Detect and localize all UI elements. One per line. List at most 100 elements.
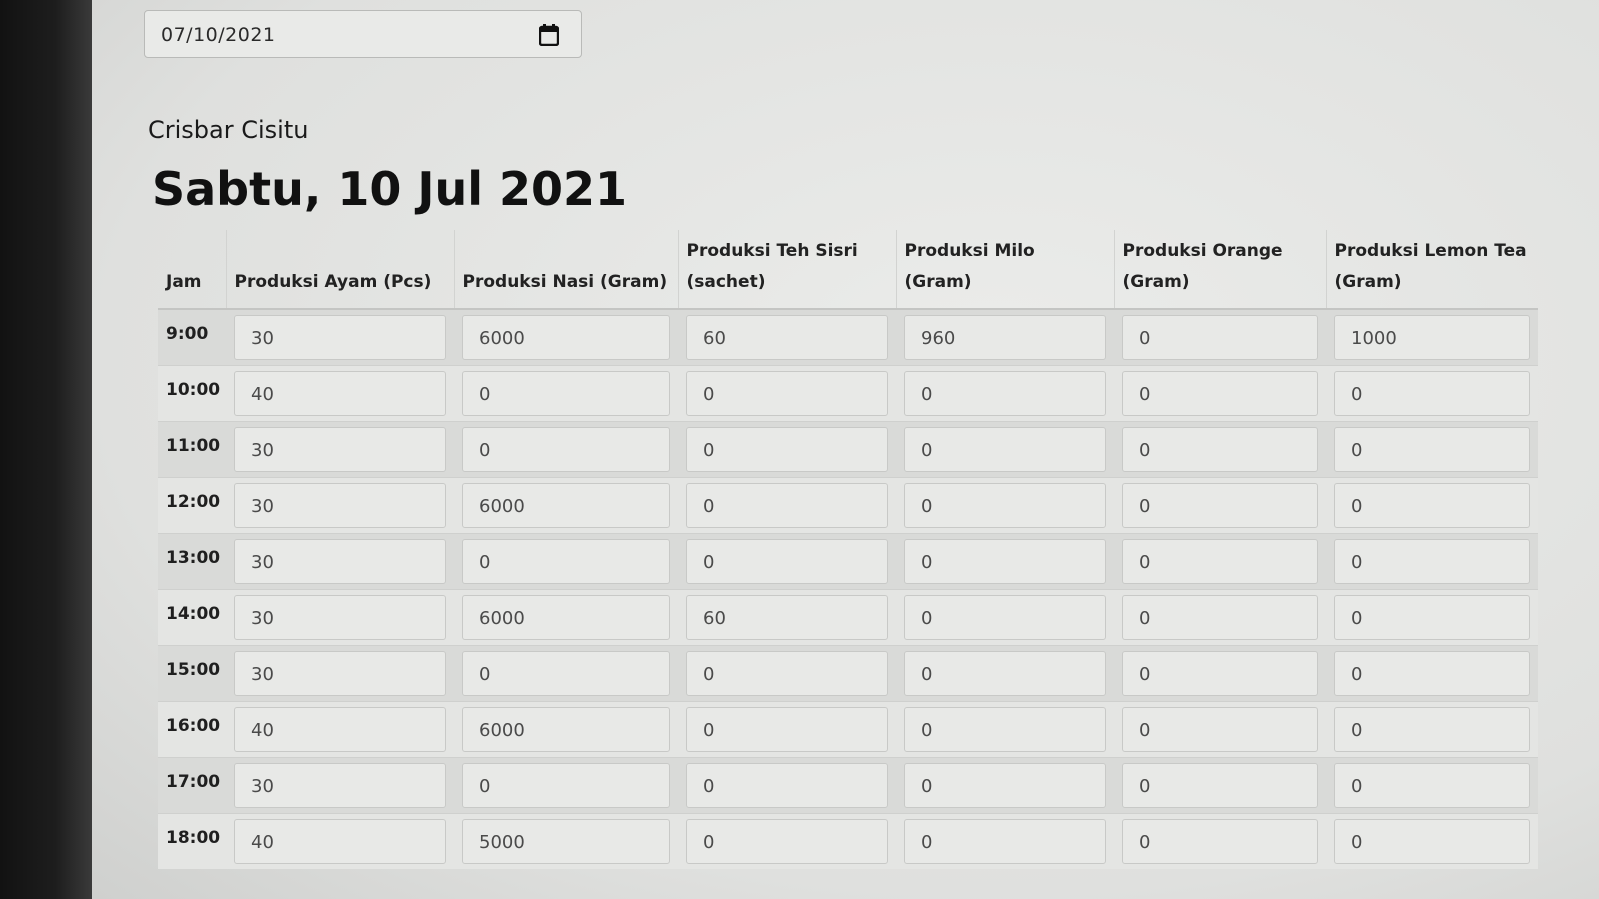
nasi-input[interactable]: 0	[462, 763, 670, 808]
orange-input[interactable]: 0	[1122, 483, 1318, 528]
cell-orange: 0	[1114, 701, 1326, 758]
cell-nasi: 6000	[454, 308, 678, 366]
ayam-input[interactable]: 30	[234, 483, 446, 528]
cell-milo: 0	[896, 645, 1114, 702]
cell-teh-sisri: 0	[678, 477, 896, 534]
cell-ayam: 30	[226, 533, 454, 590]
cell-orange: 0	[1114, 421, 1326, 478]
orange-input[interactable]: 0	[1122, 315, 1318, 360]
table-body: 9:00 30 6000 60 960 0 1000 10:00 40 0 0 0 0 0 11:00 30 0…	[158, 308, 1538, 869]
nasi-input[interactable]: 6000	[462, 483, 670, 528]
app-screen: 07/10/2021 Crisbar Cisitu Sabtu, 10 Jul …	[92, 0, 1599, 899]
table-row: 18:00 40 5000 0 0 0 0	[158, 813, 1538, 869]
nasi-input[interactable]: 0	[462, 539, 670, 584]
cell-ayam: 40	[226, 813, 454, 869]
cell-teh-sisri: 0	[678, 813, 896, 869]
ayam-input[interactable]: 40	[234, 707, 446, 752]
cell-nasi: 0	[454, 365, 678, 422]
lemon-tea-input[interactable]: 1000	[1334, 315, 1530, 360]
milo-input[interactable]: 0	[904, 539, 1106, 584]
nasi-input[interactable]: 0	[462, 651, 670, 696]
milo-input[interactable]: 0	[904, 427, 1106, 472]
cell-milo: 0	[896, 533, 1114, 590]
milo-input[interactable]: 0	[904, 651, 1106, 696]
teh-sisri-input[interactable]: 0	[686, 707, 888, 752]
ayam-input[interactable]: 30	[234, 315, 446, 360]
row-time-label: 15:00	[158, 645, 226, 702]
orange-input[interactable]: 0	[1122, 819, 1318, 864]
ayam-input[interactable]: 30	[234, 427, 446, 472]
header-lemon-tea: Produksi Lemon Tea (Gram)	[1325, 230, 1538, 310]
teh-sisri-input[interactable]: 0	[686, 539, 888, 584]
cell-ayam: 30	[226, 308, 454, 366]
lemon-tea-input[interactable]: 0	[1334, 427, 1530, 472]
teh-sisri-input[interactable]: 60	[686, 315, 888, 360]
lemon-tea-input[interactable]: 0	[1334, 371, 1530, 416]
teh-sisri-input[interactable]: 0	[686, 819, 888, 864]
teh-sisri-input[interactable]: 60	[686, 595, 888, 640]
cell-teh-sisri: 0	[678, 701, 896, 758]
ayam-input[interactable]: 30	[234, 539, 446, 584]
table-row: 15:00 30 0 0 0 0 0	[158, 645, 1538, 702]
cell-ayam: 40	[226, 701, 454, 758]
table-row: 12:00 30 6000 0 0 0 0	[158, 477, 1538, 534]
milo-input[interactable]: 960	[904, 315, 1106, 360]
milo-input[interactable]: 0	[904, 371, 1106, 416]
ayam-input[interactable]: 40	[234, 371, 446, 416]
teh-sisri-input[interactable]: 0	[686, 483, 888, 528]
cell-orange: 0	[1114, 757, 1326, 814]
cell-lemon-tea: 0	[1326, 813, 1538, 869]
orange-input[interactable]: 0	[1122, 427, 1318, 472]
lemon-tea-input[interactable]: 0	[1334, 763, 1530, 808]
date-picker[interactable]: 07/10/2021	[144, 10, 582, 58]
date-input-value[interactable]: 07/10/2021	[161, 24, 276, 46]
nasi-input[interactable]: 6000	[462, 707, 670, 752]
nasi-input[interactable]: 0	[462, 371, 670, 416]
lemon-tea-input[interactable]: 0	[1334, 651, 1530, 696]
orange-input[interactable]: 0	[1122, 707, 1318, 752]
calendar-icon[interactable]	[538, 24, 560, 47]
lemon-tea-input[interactable]: 0	[1334, 595, 1530, 640]
monitor-bezel	[0, 0, 92, 899]
cell-lemon-tea: 0	[1326, 701, 1538, 758]
nasi-input[interactable]: 0	[462, 427, 670, 472]
ayam-input[interactable]: 40	[234, 819, 446, 864]
cell-nasi: 0	[454, 533, 678, 590]
ayam-input[interactable]: 30	[234, 595, 446, 640]
orange-input[interactable]: 0	[1122, 595, 1318, 640]
nasi-input[interactable]: 5000	[462, 819, 670, 864]
nasi-input[interactable]: 6000	[462, 595, 670, 640]
row-time-label: 11:00	[158, 421, 226, 478]
cell-teh-sisri: 0	[678, 365, 896, 422]
cell-teh-sisri: 0	[678, 421, 896, 478]
ayam-input[interactable]: 30	[234, 651, 446, 696]
page-title-date: Sabtu, 10 Jul 2021	[152, 162, 628, 216]
milo-input[interactable]: 0	[904, 707, 1106, 752]
milo-input[interactable]: 0	[904, 483, 1106, 528]
lemon-tea-input[interactable]: 0	[1334, 707, 1530, 752]
cell-orange: 0	[1114, 645, 1326, 702]
teh-sisri-input[interactable]: 0	[686, 763, 888, 808]
cell-milo: 0	[896, 365, 1114, 422]
teh-sisri-input[interactable]: 0	[686, 371, 888, 416]
table-row: 11:00 30 0 0 0 0 0	[158, 421, 1538, 478]
row-time-label: 17:00	[158, 757, 226, 814]
teh-sisri-input[interactable]: 0	[686, 651, 888, 696]
orange-input[interactable]: 0	[1122, 651, 1318, 696]
teh-sisri-input[interactable]: 0	[686, 427, 888, 472]
lemon-tea-input[interactable]: 0	[1334, 539, 1530, 584]
orange-input[interactable]: 0	[1122, 763, 1318, 808]
milo-input[interactable]: 0	[904, 819, 1106, 864]
row-time-label: 9:00	[158, 308, 226, 366]
nasi-input[interactable]: 6000	[462, 315, 670, 360]
lemon-tea-input[interactable]: 0	[1334, 483, 1530, 528]
production-table: Jam Produksi Ayam (Pcs) Produksi Nasi (G…	[158, 230, 1538, 869]
orange-input[interactable]: 0	[1122, 371, 1318, 416]
milo-input[interactable]: 0	[904, 763, 1106, 808]
cell-orange: 0	[1114, 589, 1326, 646]
lemon-tea-input[interactable]: 0	[1334, 819, 1530, 864]
cell-orange: 0	[1114, 533, 1326, 590]
ayam-input[interactable]: 30	[234, 763, 446, 808]
orange-input[interactable]: 0	[1122, 539, 1318, 584]
milo-input[interactable]: 0	[904, 595, 1106, 640]
